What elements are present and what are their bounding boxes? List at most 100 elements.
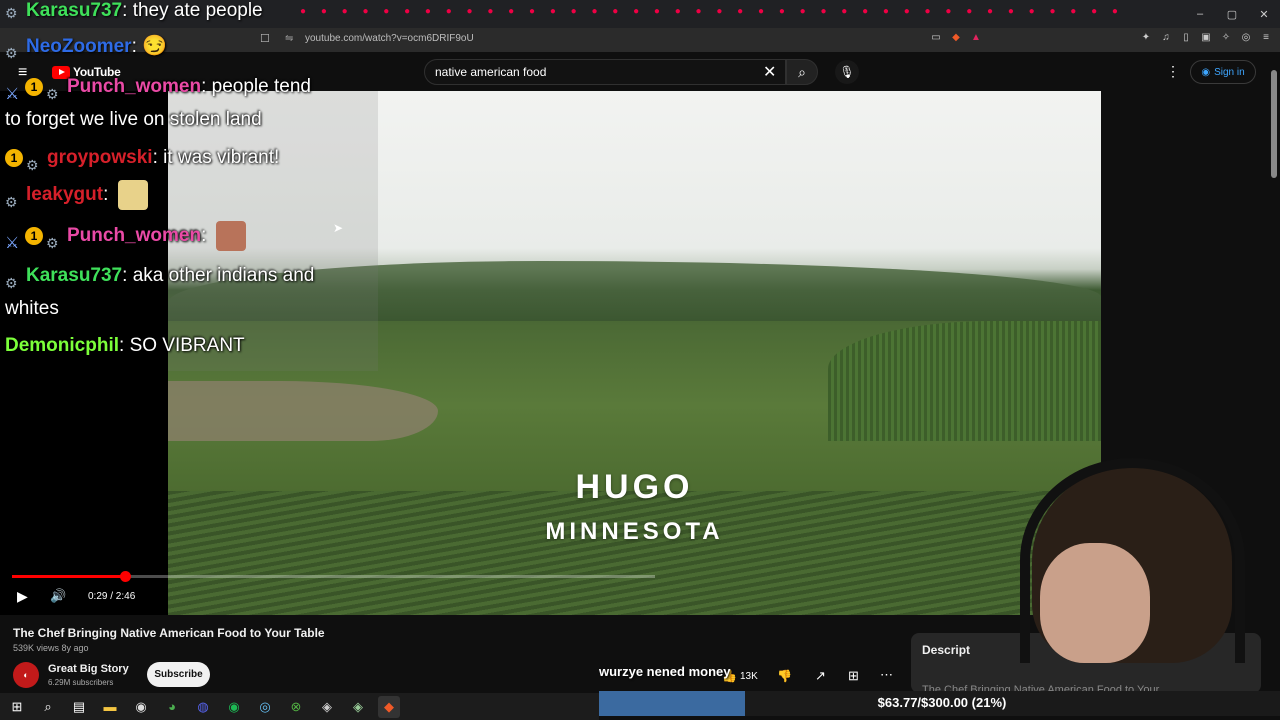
sign-in-label: Sign in (1214, 66, 1245, 78)
brave-rewards-icon[interactable]: ▲ (970, 31, 982, 43)
obs-icon[interactable]: ◉ (130, 696, 152, 718)
donation-alert: wurzye nened money (599, 664, 731, 679)
tier-badge-icon: 1 (25, 226, 43, 245)
minimize-button[interactable]: – (1184, 0, 1216, 28)
search-button[interactable]: ⌕ (786, 59, 818, 85)
menu-icon[interactable]: ≡ (1260, 31, 1272, 43)
chat-username: NeoZoomer (26, 36, 132, 57)
taskbar: ⊞ ⌕ ▤ ▬ ◉ ◕ ◍ ◉ ◎ ⊗ ◈ ◈ ◆ (0, 693, 599, 720)
close-window-button[interactable]: ✕ (1248, 0, 1280, 28)
volume-icon[interactable]: 🔊 (50, 588, 66, 604)
clear-search-icon[interactable]: ✕ (763, 62, 776, 82)
cast-icon[interactable]: ▭ (930, 31, 942, 43)
chat-message: ⚙ leakygut: (5, 178, 148, 211)
bot-badge-icon: ⚙ (5, 4, 18, 21)
more-actions-icon[interactable]: ⋯ (880, 667, 893, 683)
microphone-icon: 🎙 (839, 65, 855, 79)
chat-username: Punch_women (67, 225, 202, 246)
smirk-emoji-icon: 😏 (142, 35, 168, 57)
xbox-icon[interactable]: ⊗ (285, 696, 307, 718)
sword-badge-icon: ⚔ (5, 85, 20, 103)
music-icon[interactable]: ♫ (1160, 31, 1172, 43)
video-overlay-title: HUGO (575, 468, 694, 506)
maximize-button[interactable]: ▢ (1216, 0, 1248, 28)
search-input[interactable]: native american food (424, 59, 786, 85)
channel-name[interactable]: Great Big Story (48, 663, 129, 675)
browser-tabs[interactable]: ● ● ● ● ● ● ● ● ● ● ● ● ● ● ● ● ● ● ● ● … (300, 6, 1120, 22)
puzzle-icon[interactable]: ✦ (1140, 31, 1152, 43)
bot-badge-icon: ⚙ (46, 85, 59, 102)
save-icon[interactable]: ⊞ (848, 668, 859, 684)
more-options-icon[interactable]: ⋮ (1166, 63, 1180, 80)
chat-text: SO VIBRANT (129, 335, 245, 356)
play-button[interactable]: ▶ (17, 588, 28, 605)
chrome-icon[interactable]: ◕ (161, 696, 183, 718)
dislike-icon[interactable]: 👎 (777, 669, 792, 683)
tier-badge-icon: 1 (5, 148, 23, 167)
vpn-icon[interactable]: ◎ (1240, 31, 1252, 43)
chat-text: people tend (211, 76, 311, 97)
app2-icon[interactable]: ◈ (347, 696, 369, 718)
extension-icons: ▭ ◆ ▲ (930, 31, 982, 49)
bot-badge-icon: ⚙ (5, 274, 18, 291)
search-icon: ⌕ (798, 63, 806, 80)
brave-shield-icon[interactable]: ◆ (950, 31, 962, 43)
sidebar-icon[interactable]: ▯ (1180, 31, 1192, 43)
bot-badge-icon: ⚙ (5, 44, 18, 61)
chat-username: Punch_women (67, 76, 202, 97)
toolbar-icons: ✦ ♫ ▯ ▣ ✧ ◎ ≡ (1140, 31, 1272, 49)
face-emote-icon (215, 220, 246, 251)
brave-icon[interactable]: ◆ (378, 695, 400, 718)
url-field[interactable]: youtube.com/watch?v=ocm6DRIF9oU (305, 33, 474, 44)
video-cornfield (828, 321, 1101, 441)
wallet-icon[interactable]: ▣ (1200, 31, 1212, 43)
like-count: 13K (740, 671, 758, 682)
share-icon[interactable]: ↗ (815, 668, 826, 684)
chat-message: Demonicphil: SO VIBRANT (5, 335, 245, 356)
donation-goal-text: $63.77/$300.00 (21%) (877, 695, 1007, 710)
sign-in-button[interactable]: ◉ Sign in (1190, 60, 1256, 84)
account-icon: ◉ (1201, 66, 1211, 78)
chat-username: leakygut (26, 184, 104, 205)
search-icon[interactable]: ⌕ (37, 696, 59, 718)
chat-username: groypowski (47, 147, 153, 168)
headphones-icon (1020, 458, 1245, 663)
chat-username: Karasu737 (26, 265, 123, 286)
mouse-cursor-icon: ➤ (333, 221, 344, 235)
ai-icon[interactable]: ✧ (1220, 31, 1232, 43)
chat-message: ⚔ 1 ⚙ Punch_women: (5, 219, 246, 252)
bot-badge-icon: ⚙ (46, 234, 59, 251)
face-emote-icon (117, 179, 148, 210)
start-icon[interactable]: ⊞ (6, 696, 28, 718)
video-overlay-subtitle: MINNESOTA (545, 518, 724, 545)
chat-text: it was vibrant! (163, 147, 280, 168)
file-explorer-icon[interactable]: ▬ (99, 696, 121, 718)
discord-icon[interactable]: ◍ (192, 696, 214, 718)
chat-username: Karasu737 (26, 0, 123, 21)
site-info-icon[interactable]: ⇋ (285, 33, 293, 44)
window-controls: – ▢ ✕ (1184, 0, 1280, 28)
video-dirt-patch (168, 381, 438, 441)
voice-search-button[interactable]: 🎙 (835, 60, 859, 84)
progress-scrubber[interactable] (120, 571, 131, 582)
video-foreground-field (168, 491, 1101, 615)
sword-badge-icon: ⚔ (5, 234, 20, 252)
description-label: Descript (922, 643, 971, 657)
chat-username: Demonicphil (5, 335, 120, 356)
steam-icon[interactable]: ◎ (254, 696, 276, 718)
chat-text: aka other indians and (132, 265, 315, 286)
webcam-overlay (970, 448, 1270, 663)
channel-subscribers: 6.29M subscribers (48, 678, 114, 687)
task-view-icon[interactable]: ▤ (68, 696, 90, 718)
app-icon[interactable]: ◈ (316, 696, 338, 718)
spotify-icon[interactable]: ◉ (223, 696, 245, 718)
bookmark-icon[interactable]: ☐ (260, 32, 270, 45)
video-meta: 539K views 8y ago (13, 643, 89, 653)
channel-avatar[interactable]: ◐ (13, 662, 39, 688)
chat-message-continued: to forget we live on stolen land (5, 109, 262, 130)
subscribe-button[interactable]: Subscribe (147, 662, 210, 687)
chat-message: ⚙ Karasu737: aka other indians and (5, 265, 315, 291)
chat-text: they ate people (132, 0, 263, 21)
time-display: 0:29 / 2:46 (88, 591, 136, 602)
scrollbar-thumb[interactable] (1271, 70, 1277, 178)
